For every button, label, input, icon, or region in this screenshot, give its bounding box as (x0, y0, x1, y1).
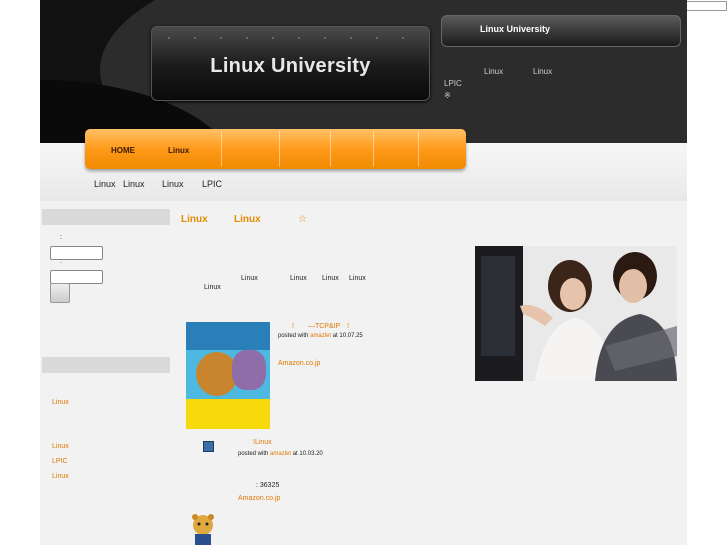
header-link[interactable]: Linux (484, 67, 503, 76)
page-container: Linux University Linux University Linux … (40, 0, 687, 545)
sidebar-link[interactable]: Linux (52, 399, 69, 406)
nav-divider (373, 131, 374, 167)
header-link[interactable]: LPIC (444, 79, 462, 88)
sidebar-header-bar (42, 357, 170, 373)
sidebar-link[interactable]: Linux (52, 473, 69, 480)
book-illustration (232, 350, 266, 390)
username-input[interactable] (50, 246, 103, 260)
login-label: : (60, 234, 62, 241)
password-label: : (60, 258, 62, 265)
intro-text: Linux (290, 275, 307, 282)
login-button[interactable] (50, 283, 70, 303)
book1-meta: posted with amazlet at 10.07.25 (278, 333, 363, 339)
breadcrumb-item[interactable]: Linux (94, 179, 116, 189)
password-input[interactable] (50, 270, 103, 284)
book2-meta: posted with amazlet at 10.03.20 (238, 451, 323, 457)
post-title[interactable]: Linux (181, 214, 208, 225)
nav-divider (279, 131, 280, 167)
nav-home[interactable]: HOME (111, 146, 135, 155)
posted-with-label: posted with (238, 451, 269, 457)
sidebar-link[interactable]: Linux (52, 443, 69, 450)
amazlet-link[interactable]: amazlet (310, 333, 331, 339)
book-title-band (186, 322, 270, 350)
posted-with-label: posted with (278, 333, 309, 339)
amazon-link[interactable]: Amazon.co.jp (278, 360, 320, 367)
nav-linux[interactable]: Linux (168, 146, 189, 155)
intro-text: Linux (241, 275, 258, 282)
book1-title[interactable]: ! —TCP&IP ! (292, 321, 349, 331)
amazon-link[interactable]: Amazon.co.jp (238, 495, 280, 502)
book2-thumbnail[interactable] (203, 441, 214, 452)
sidebar-header-bar (42, 209, 170, 225)
logo-text: Linux University (210, 55, 371, 77)
main-navbar: HOME Linux (85, 129, 466, 169)
sales-rank: : 36325 (256, 482, 280, 489)
breadcrumb-item[interactable]: LPIC (202, 179, 222, 189)
posted-date: at 10.07.25 (332, 333, 363, 339)
nav-divider (221, 131, 222, 167)
logo-dots (168, 37, 413, 39)
mascot-icon (190, 514, 216, 545)
side-title-box[interactable]: Linux University (441, 15, 681, 47)
breadcrumb-item[interactable]: Linux (123, 179, 145, 189)
breadcrumb-item[interactable]: Linux (162, 179, 184, 189)
header-link[interactable]: Linux (533, 67, 552, 76)
intro-text: Linux (322, 275, 339, 282)
site-logo[interactable]: Linux University (151, 26, 430, 101)
book-cover-image[interactable] (186, 322, 270, 429)
star-icon: ☆ (298, 214, 307, 225)
intro-text: Linux (204, 284, 221, 291)
nav-divider (418, 131, 419, 167)
site-header: Linux University Linux University Linux … (40, 0, 687, 143)
sidebar-link[interactable]: LPIC (52, 458, 68, 465)
nav-divider (330, 131, 331, 167)
post-title[interactable]: Linux (234, 214, 261, 225)
header-link: ※ (444, 91, 451, 100)
side-title-text: Linux University (480, 24, 551, 34)
book-bottom-band (186, 399, 270, 429)
students-photo (475, 246, 677, 381)
posted-date: at 10.03.20 (292, 451, 323, 457)
intro-text: Linux (349, 275, 366, 282)
amazlet-link[interactable]: amazlet (270, 451, 291, 457)
book2-title[interactable]: !Linux (253, 439, 272, 446)
